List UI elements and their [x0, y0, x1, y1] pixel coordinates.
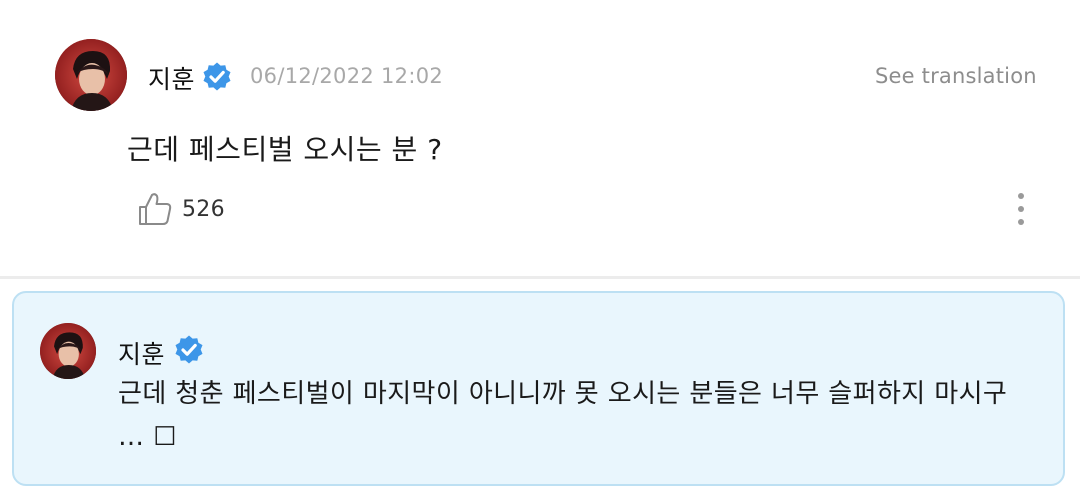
reply-author-name[interactable]: 지훈	[118, 335, 165, 371]
author-avatar[interactable]	[55, 39, 127, 111]
see-translation-link[interactable]: See translation	[875, 64, 1037, 88]
reply-author-avatar[interactable]	[40, 323, 96, 379]
reply-card[interactable]: 지훈 근데 청춘 페스티벌이 마지막이 아니니까 못 오시는 분들은 너무 슬퍼…	[12, 291, 1065, 486]
like-count: 526	[182, 197, 225, 222]
section-divider	[0, 276, 1080, 279]
post-body-text: 근데 페스티벌 오시는 분 ?	[127, 133, 443, 166]
verified-badge-icon	[203, 62, 231, 91]
more-options-button[interactable]	[1008, 190, 1034, 228]
vertical-ellipsis-dot	[1018, 206, 1024, 212]
post-timestamp: 06/12/2022 12:02	[250, 64, 444, 88]
thumbs-up-icon[interactable]	[136, 190, 174, 228]
reply-body-text: 근데 청춘 페스티벌이 마지막이 아니니까 못 오시는 분들은 너무 슬퍼하지 …	[118, 379, 1008, 452]
vertical-ellipsis-icon	[1018, 193, 1024, 199]
vertical-ellipsis-dot	[1018, 219, 1024, 225]
author-name[interactable]: 지훈	[148, 60, 195, 96]
verified-badge-icon	[175, 335, 203, 364]
main-post: 지훈 06/12/2022 12:02 See translation 근데 페…	[0, 0, 1080, 276]
